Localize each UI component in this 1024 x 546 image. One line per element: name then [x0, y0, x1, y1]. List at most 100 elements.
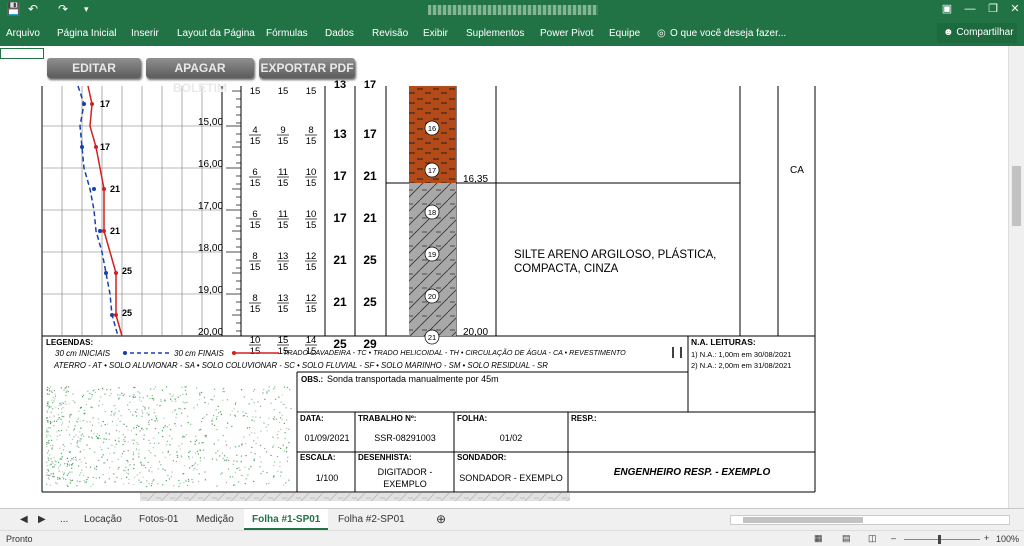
- close-icon[interactable]: ✕: [1008, 2, 1022, 16]
- tab-suplementos[interactable]: Suplementos: [466, 28, 524, 39]
- tab-equipe[interactable]: Equipe: [609, 28, 640, 39]
- svg-text:SSR-08291003: SSR-08291003: [374, 433, 436, 443]
- tell-me-input[interactable]: O que você deseja fazer...: [670, 28, 786, 39]
- restore-icon[interactable]: ❐: [986, 2, 1000, 16]
- tab-formulas[interactable]: Fórmulas: [266, 28, 308, 39]
- share-button[interactable]: ☻ Compartilhar: [937, 23, 1017, 43]
- person-icon: ☻: [943, 27, 957, 38]
- blow-count-denominator: 15: [306, 262, 317, 273]
- worksheet-area[interactable]: 15,00 16,00 17,00 18,00 19,00 20,00 15 1…: [0, 46, 1008, 508]
- sheet-tab-fotos[interactable]: Fotos-01: [139, 514, 178, 525]
- tab-exibir[interactable]: Exibir: [423, 28, 448, 39]
- depth-label: 18,00: [198, 243, 223, 254]
- legend-initial-marker: [123, 351, 127, 355]
- depth-label: 20,00: [198, 327, 223, 338]
- tab-layout[interactable]: Layout da Página: [177, 28, 255, 39]
- legend-methods: TRADO CAVADEIRA - TC • TRADO HELICOIDAL …: [283, 348, 626, 357]
- ribbon-display-icon[interactable]: ▣: [940, 2, 954, 16]
- share-label: Compartilhar: [956, 27, 1014, 38]
- svg-text:25: 25: [122, 266, 132, 276]
- zoom-out-icon[interactable]: –: [891, 533, 896, 543]
- nspt-value: 21: [333, 253, 347, 267]
- tab-dados[interactable]: Dados: [325, 28, 354, 39]
- blow-count-numerator: 8: [252, 293, 257, 304]
- blow-count-numerator: 10: [250, 335, 261, 346]
- blow-count-numerator: 8: [252, 251, 257, 262]
- status-bar: Pronto ▦ ▤ ◫ – + 100%: [0, 530, 1024, 546]
- svg-text:17: 17: [100, 99, 110, 109]
- tab-scroll-right-icon[interactable]: ▶: [38, 514, 46, 525]
- sheet-tab-more[interactable]: ...: [60, 514, 68, 525]
- sheet-tab-locacao[interactable]: Locação: [84, 514, 122, 525]
- blow-count-numerator: 6: [252, 167, 257, 178]
- svg-text:17: 17: [100, 142, 110, 152]
- zoom-slider[interactable]: [904, 539, 980, 540]
- redo-icon[interactable]: ↷: [58, 2, 68, 16]
- company-logo: [46, 386, 292, 488]
- save-icon[interactable]: 💾: [6, 2, 21, 16]
- tab-inserir[interactable]: Inserir: [131, 28, 159, 39]
- graph-grid: [42, 86, 222, 336]
- svg-text:SONDADOR - EXEMPLO: SONDADOR - EXEMPLO: [459, 473, 563, 483]
- sample-number: 19: [428, 250, 436, 259]
- depth-label: 17,00: [198, 201, 223, 212]
- blow-count-rows: 41591581513 176151115101517 21615111510151…: [249, 125, 377, 357]
- blow-count-denominator: 15: [306, 220, 317, 231]
- blow-count-numerator: 4: [252, 125, 257, 136]
- depth-scale: [226, 90, 241, 332]
- sample-number: 18: [428, 208, 436, 217]
- minimize-icon[interactable]: —: [963, 2, 977, 16]
- delete-report-button[interactable]: APAGAR BOLETIM: [146, 58, 254, 95]
- title-bar: 💾 ↶ ↷ ▾ ▣ — ❐ ✕: [0, 0, 1024, 20]
- undo-icon[interactable]: ↶: [28, 2, 38, 16]
- zoom-in-icon[interactable]: +: [984, 533, 989, 543]
- tab-scroll-left-icon[interactable]: ◀: [20, 514, 28, 525]
- na-line: 1) N.A.: 1,00m em 30/08/2021: [691, 350, 791, 359]
- tab-pagina-inicial[interactable]: Página Inicial: [57, 28, 116, 39]
- page-layout-icon[interactable]: ▤: [842, 533, 851, 544]
- name-box[interactable]: [0, 48, 44, 59]
- normal-view-icon[interactable]: ▦: [814, 533, 823, 544]
- svg-text:ESCALA:: ESCALA:: [300, 453, 336, 462]
- boring-log-sheet: 15,00 16,00 17,00 18,00 19,00 20,00 15 1…: [41, 79, 816, 501]
- nspt-value: 25: [363, 295, 377, 309]
- tab-arquivo[interactable]: Arquivo: [6, 28, 40, 39]
- tab-power-pivot[interactable]: Power Pivot: [540, 28, 593, 39]
- sheet-tab-folha2[interactable]: Folha #2-SP01: [338, 514, 405, 525]
- layer-depth: 16,35: [463, 174, 488, 185]
- blow-count-denominator: 15: [250, 346, 261, 357]
- export-pdf-button[interactable]: EXPORTAR PDF: [259, 58, 355, 78]
- sheet-tab-medicao[interactable]: Medição: [196, 514, 234, 525]
- h-scroll-thumb[interactable]: [743, 517, 863, 523]
- page-break-icon[interactable]: ◫: [868, 533, 877, 544]
- sheet-tab-folha1[interactable]: Folha #1-SP01: [244, 509, 329, 530]
- vertical-scrollbar[interactable]: [1008, 46, 1024, 508]
- scroll-thumb[interactable]: [1012, 166, 1021, 226]
- blow-count-denominator: 15: [278, 136, 289, 147]
- svg-text:FOLHA:: FOLHA:: [457, 414, 487, 423]
- na-line: 2) N.A.: 2,00m em 31/08/2021: [691, 361, 791, 370]
- depth-label: 15,00: [198, 117, 223, 128]
- edit-button[interactable]: EDITAR: [47, 58, 141, 78]
- na-title: N.A. LEITURAS:: [691, 337, 756, 347]
- blow-count-denominator: 15: [278, 178, 289, 189]
- nspt-value: 13: [333, 127, 347, 141]
- sample-marker: 17: [424, 162, 440, 178]
- sample-number: 21: [428, 333, 436, 342]
- add-sheet-icon[interactable]: ⊕: [436, 512, 446, 526]
- tab-revisao[interactable]: Revisão: [372, 28, 408, 39]
- legend-soils: ATERRO - AT • SOLO ALUVIONAR - SA • SOLO…: [53, 361, 548, 370]
- sample-marker: 21: [424, 329, 440, 345]
- zoom-slider-thumb[interactable]: [938, 535, 941, 544]
- svg-text:DATA:: DATA:: [300, 414, 324, 423]
- blow-count-numerator: 12: [306, 251, 317, 262]
- horizontal-scrollbar[interactable]: [730, 515, 1010, 525]
- nspt-value: 21: [363, 211, 377, 225]
- svg-text:RESP.:: RESP.:: [571, 414, 597, 423]
- ribbon-tabs: Arquivo Página Inicial Inserir Layout da…: [0, 20, 1024, 46]
- svg-text:ENGENHEIRO RESP. - EXEMPLO: ENGENHEIRO RESP. - EXEMPLO: [614, 467, 771, 478]
- sample-marker: 19: [424, 246, 440, 262]
- blow-count-numerator: 10: [306, 167, 317, 178]
- customize-qat-icon[interactable]: ▾: [84, 4, 89, 15]
- svg-text:Sonda transportada manualmente: Sonda transportada manualmente por 45m: [327, 374, 499, 384]
